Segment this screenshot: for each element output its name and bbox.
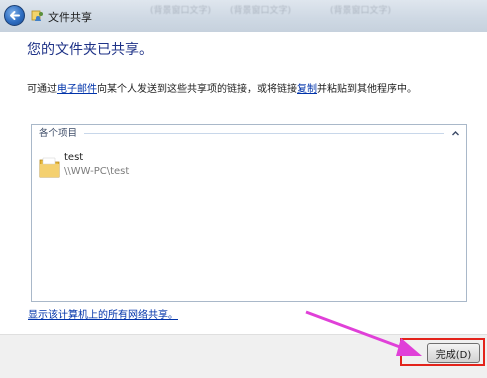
description-text: 可通过: [27, 84, 57, 95]
title-bar: (背景窗口文字) (背景窗口文字) (背景窗口文字) 文件共享: [0, 0, 487, 32]
back-button[interactable]: [4, 5, 25, 26]
group-header[interactable]: 各个项目: [32, 125, 466, 142]
finish-button[interactable]: 完成(D): [427, 343, 480, 363]
background-ghost-text: (背景窗口文字): [150, 6, 212, 16]
item-name: test: [64, 152, 84, 163]
copy-link[interactable]: 复制: [297, 84, 317, 95]
background-ghost-text: (背景窗口文字): [330, 6, 392, 16]
group-header-label: 各个项目: [39, 128, 78, 139]
description-text: 并粘贴到其他程序中。: [317, 84, 417, 95]
window-title: 文件共享: [48, 11, 92, 24]
description-text: 向某个人发送到这些共享项的链接，或将链接: [97, 84, 297, 95]
shared-items-list[interactable]: 各个项目 test \\WW-PC\test: [31, 124, 467, 302]
group-header-divider: [84, 133, 444, 134]
back-arrow-icon: [10, 11, 20, 20]
background-ghost-text: (背景窗口文字): [230, 6, 292, 16]
list-item[interactable]: test \\WW-PC\test: [36, 152, 196, 186]
show-all-shares-link[interactable]: 显示该计算机上的所有网络共享。: [28, 306, 178, 321]
footer-bar: [0, 334, 487, 378]
share-description: 可通过电子邮件向某个人发送到这些共享项的链接，或将链接复制并粘贴到其他程序中。: [27, 80, 417, 95]
page-title: 您的文件夹已共享。: [27, 42, 153, 58]
item-path: \\WW-PC\test: [64, 166, 130, 177]
file-sharing-icon: [31, 10, 43, 21]
chevron-up-icon[interactable]: [451, 129, 460, 138]
email-link[interactable]: 电子邮件: [57, 84, 97, 95]
folder-icon: [39, 157, 60, 178]
